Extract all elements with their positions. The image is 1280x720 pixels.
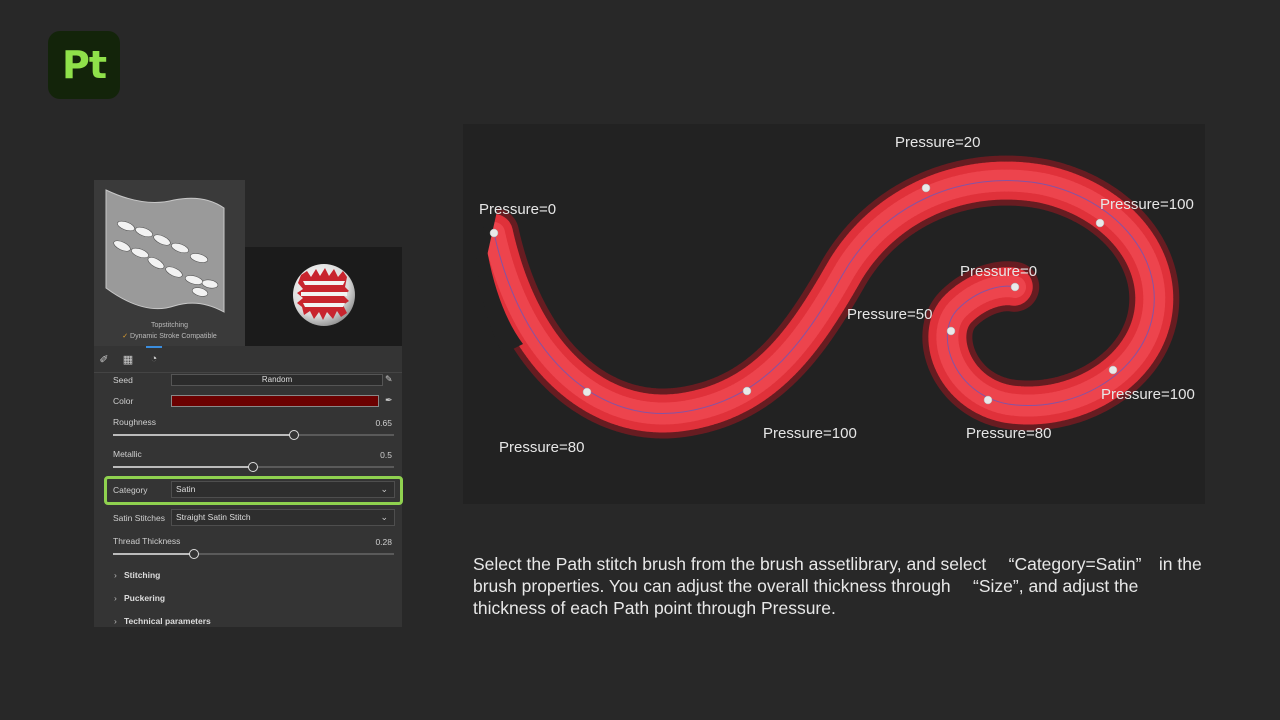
material-sphere-preview bbox=[245, 247, 402, 346]
brush-thumbnail[interactable]: Topstitching ✓ Dynamic Stroke Compatible bbox=[94, 180, 245, 346]
chevron-down-icon: ⌄ bbox=[380, 512, 388, 522]
stitch-stroke-demo: Pressure=0 Pressure=20 Pressure=100 Pres… bbox=[463, 124, 1205, 504]
dynamic-stroke-badge: ✓ Dynamic Stroke Compatible bbox=[94, 332, 245, 340]
seed-field[interactable]: Random bbox=[171, 374, 383, 386]
tabs-divider bbox=[94, 372, 402, 373]
thread-thickness-slider[interactable] bbox=[113, 553, 394, 555]
properties-tabs: ✐ ▦ ◔ bbox=[94, 346, 402, 372]
material-tab-icon[interactable]: ▦ bbox=[118, 349, 138, 369]
thread-thickness-label: Thread Thickness bbox=[113, 536, 181, 546]
description-text: Select the Path stitch brush from the br… bbox=[473, 554, 1202, 618]
pressure-label: Pressure=80 bbox=[966, 425, 1052, 442]
color-swatch[interactable] bbox=[171, 395, 379, 407]
eyedropper-icon[interactable]: ✒ bbox=[385, 395, 393, 406]
satin-stitches-select[interactable]: Straight Satin Stitch ⌄ bbox=[171, 509, 395, 526]
badge-icon: ✓ bbox=[122, 333, 129, 340]
metallic-value: 0.5 bbox=[380, 450, 392, 460]
chevron-right-icon: › bbox=[114, 570, 117, 580]
sphere-image bbox=[293, 264, 355, 326]
sphere-tab-icon[interactable]: ◔ bbox=[144, 346, 164, 369]
group-technical-parameters[interactable]: › Technical parameters bbox=[114, 616, 211, 626]
edit-icon[interactable]: ✎ bbox=[385, 374, 393, 385]
chevron-right-icon: › bbox=[114, 593, 117, 603]
group-label: Technical parameters bbox=[124, 616, 211, 626]
satin-stitches-value: Straight Satin Stitch bbox=[176, 512, 251, 522]
pressure-label: Pressure=0 bbox=[960, 263, 1038, 280]
group-puckering[interactable]: › Puckering bbox=[114, 593, 165, 603]
category-highlight-frame bbox=[104, 476, 403, 505]
logo-text: Pt bbox=[61, 43, 107, 87]
roughness-slider-handle[interactable] bbox=[289, 430, 299, 440]
roughness-value: 0.65 bbox=[375, 418, 392, 428]
seed-label: Seed bbox=[113, 375, 133, 385]
metallic-slider-handle[interactable] bbox=[248, 462, 258, 472]
chevron-right-icon: › bbox=[114, 616, 117, 626]
roughness-label: Roughness bbox=[113, 417, 157, 427]
color-label: Color bbox=[113, 396, 134, 406]
group-label: Stitching bbox=[124, 570, 161, 580]
pressure-label: Pressure=100 bbox=[763, 425, 857, 442]
group-stitching[interactable]: › Stitching bbox=[114, 570, 160, 580]
app-logo: Pt bbox=[48, 31, 120, 99]
pressure-label: Pressure=20 bbox=[895, 134, 981, 151]
badge-text: Dynamic Stroke Compatible bbox=[130, 333, 217, 340]
metallic-label: Metallic bbox=[113, 449, 142, 459]
satin-stitches-label: Satin Stitches bbox=[113, 513, 165, 523]
pressure-label: Pressure=80 bbox=[499, 439, 585, 456]
topstitch-preview-image bbox=[105, 189, 225, 313]
pressure-label: Pressure=100 bbox=[1101, 386, 1195, 403]
brush-tab-icon[interactable]: ✐ bbox=[94, 349, 114, 369]
group-label: Puckering bbox=[124, 593, 166, 603]
thread-thickness-value: 0.28 bbox=[375, 537, 392, 547]
pressure-label: Pressure=0 bbox=[479, 201, 557, 218]
pressure-label: Pressure=100 bbox=[1100, 196, 1194, 213]
pressure-label: Pressure=50 bbox=[847, 306, 933, 323]
brush-name: Topstitching bbox=[151, 322, 188, 329]
roughness-slider[interactable] bbox=[113, 434, 394, 436]
thread-thickness-slider-handle[interactable] bbox=[189, 549, 199, 559]
